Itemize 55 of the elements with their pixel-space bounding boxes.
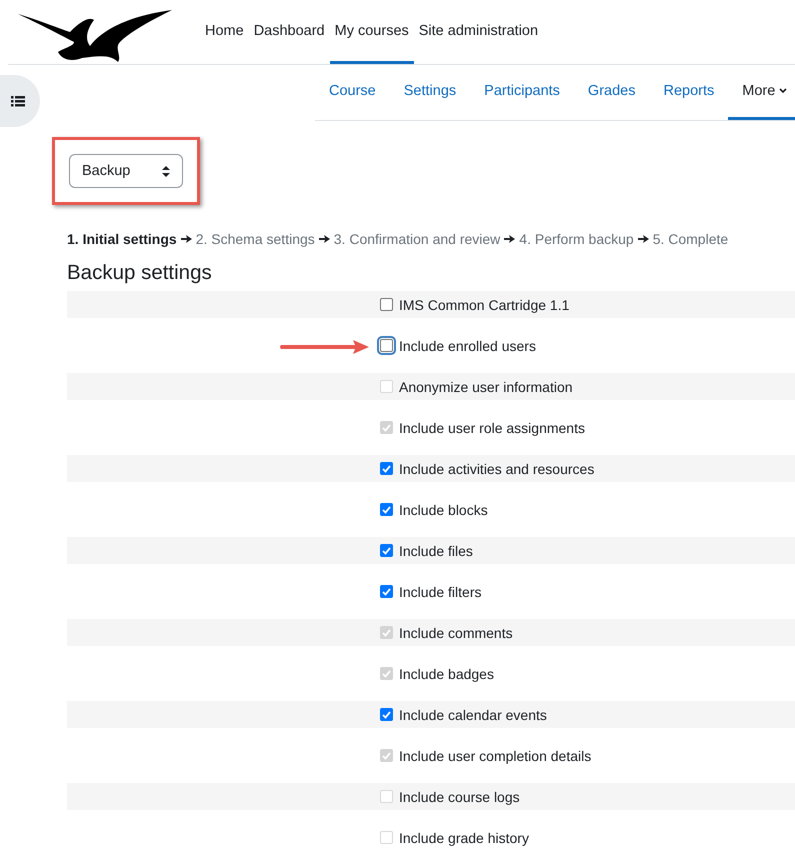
section-heading: Backup settings: [67, 261, 213, 285]
course-nav-tab[interactable]: Settings: [390, 65, 470, 120]
checkbox-label: Include activities and resources: [399, 460, 594, 476]
action-select[interactable]: Backup: [69, 154, 183, 188]
check-icon: [382, 628, 391, 636]
nav-link[interactable]: Site administration: [414, 0, 544, 64]
more-menu-tab[interactable]: More: [728, 65, 795, 120]
checkbox-label: Include filters: [399, 584, 482, 600]
check-icon: [382, 506, 391, 514]
check-icon: [382, 464, 391, 472]
checkbox[interactable]: [380, 544, 393, 557]
checkbox[interactable]: [380, 503, 393, 516]
list-icon: [11, 95, 25, 107]
drawer-toggle-button[interactable]: [0, 75, 40, 127]
step-arrow-icon: [504, 235, 516, 243]
course-nav-tab[interactable]: Participants: [470, 65, 574, 120]
progress-step: 4. Perform backup: [519, 231, 634, 247]
checkbox-label: Include comments: [399, 624, 513, 640]
sort-icon: [162, 166, 170, 176]
checkbox[interactable]: [380, 708, 393, 721]
course-nav-tab[interactable]: Course: [315, 65, 390, 120]
checkbox[interactable]: [380, 298, 393, 311]
checkbox-label: Include blocks: [399, 502, 488, 518]
check-icon: [382, 546, 391, 554]
checkbox-label: Anonymize user information: [399, 378, 573, 394]
checkbox[interactable]: [380, 339, 393, 352]
checkbox-label: Include enrolled users: [399, 338, 536, 354]
checkbox-label: Include calendar events: [399, 706, 547, 722]
course-nav-tab[interactable]: Grades: [574, 65, 650, 120]
checkbox[interactable]: [380, 462, 393, 475]
step-arrow-icon: [180, 235, 192, 243]
nav-link[interactable]: Home: [200, 0, 249, 64]
checkbox-label: Include files: [399, 542, 473, 558]
checkbox-label: IMS Common Cartridge 1.1: [399, 296, 570, 312]
nav-link[interactable]: Dashboard: [248, 0, 330, 64]
checkbox-label: Include grade history: [399, 830, 529, 846]
check-icon: [382, 588, 391, 596]
checkbox[interactable]: [380, 585, 393, 598]
chevron-down-icon: [779, 88, 788, 94]
checkbox-label: Include badges: [399, 666, 494, 682]
nav-link[interactable]: My courses: [330, 0, 414, 64]
progress-step: 1. Initial settings: [67, 231, 177, 247]
checkbox-label: Include user role assignments: [399, 420, 585, 436]
step-arrow-icon: [638, 235, 649, 243]
check-icon: [382, 670, 391, 678]
checkbox-label: Include course logs: [399, 788, 520, 804]
checkbox-label: Include user completion details: [399, 748, 592, 764]
check-icon: [382, 710, 391, 718]
progress-step: 3. Confirmation and review: [334, 231, 500, 247]
check-icon: [382, 424, 391, 432]
progress-step: 5. Complete: [652, 231, 728, 247]
progress-step: 2. Schema settings: [196, 231, 315, 247]
check-icon: [382, 752, 391, 760]
step-arrow-icon: [318, 235, 330, 243]
course-nav-tab[interactable]: Reports: [649, 65, 728, 120]
